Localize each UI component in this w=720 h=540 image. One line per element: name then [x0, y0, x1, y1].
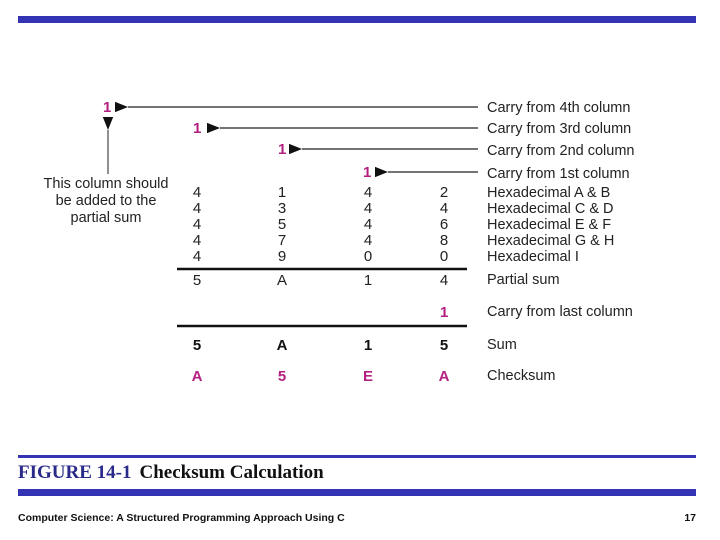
digit: 5	[277, 216, 287, 233]
digit: 4	[363, 200, 373, 217]
digit: 4	[363, 216, 373, 233]
figure-number: FIGURE 14-1	[18, 462, 132, 483]
digit: 5	[439, 337, 449, 354]
footer-book-title: Computer Science: A Structured Programmi…	[18, 512, 345, 524]
figure-title: Checksum Calculation	[139, 462, 324, 483]
carry-value-3rd: 1	[193, 120, 202, 137]
row-label: Hexadecimal G & H	[487, 233, 615, 249]
digit: 9	[277, 248, 287, 265]
digit: A	[191, 368, 203, 385]
digit: 1	[363, 272, 373, 289]
carry-value-1st: 1	[363, 164, 372, 181]
digit: 2	[439, 184, 449, 201]
digit: 6	[439, 216, 449, 233]
digit: 4	[363, 232, 373, 249]
carry-value-last: 1	[440, 304, 449, 321]
digit: 4	[439, 272, 449, 289]
digit: A	[276, 272, 287, 289]
row-label: Hexadecimal A & B	[487, 185, 611, 201]
digit: 1	[363, 337, 373, 354]
digit: 1	[277, 184, 287, 201]
arrows-layer	[102, 101, 478, 328]
digit: 4	[192, 184, 202, 201]
figure-caption: FIGURE 14-1 Checksum Calculation	[18, 462, 324, 484]
digit: 4	[192, 216, 202, 233]
digit: 4	[192, 248, 202, 265]
digit: 5	[192, 272, 202, 289]
note-add-column: This column should be added to the parti…	[43, 176, 169, 226]
label-carry-3rd: Carry from 3rd column	[487, 121, 632, 137]
digit: 5	[192, 337, 202, 354]
label-checksum: Checksum	[487, 368, 556, 384]
digit: 5	[277, 368, 287, 385]
carry-value-2nd: 1	[278, 141, 287, 158]
row-label: Hexadecimal E & F	[487, 217, 612, 233]
digit: 4	[192, 232, 202, 249]
digit: 8	[439, 232, 449, 249]
digit: A	[438, 368, 450, 385]
digit: 4	[363, 184, 373, 201]
digit: A	[276, 337, 288, 354]
digit: 4	[439, 200, 449, 217]
digit: 0	[439, 248, 449, 265]
label-sum: Sum	[487, 337, 517, 353]
digit: 0	[363, 248, 373, 265]
label-carry-1st: Carry from 1st column	[487, 166, 630, 182]
carry-value-4th: 1	[103, 99, 112, 116]
checksum-diagram: 1 1 1 1 Carry from 4th column Carry from…	[0, 0, 720, 540]
row-label: Hexadecimal I	[487, 249, 579, 265]
label-carry-2nd: Carry from 2nd column	[487, 143, 635, 159]
label-carry-4th: Carry from 4th column	[487, 100, 631, 116]
digit: 4	[192, 200, 202, 217]
digit: 7	[277, 232, 287, 249]
digit: E	[362, 368, 373, 385]
footer-page-number: 17	[684, 512, 696, 524]
row-label: Hexadecimal C & D	[487, 201, 614, 217]
caption-bottom-rule	[18, 489, 696, 496]
caption-top-rule	[18, 455, 696, 458]
label-carry-last: Carry from last column	[487, 304, 633, 320]
digit: 3	[277, 200, 287, 217]
label-partial-sum: Partial sum	[487, 272, 560, 288]
